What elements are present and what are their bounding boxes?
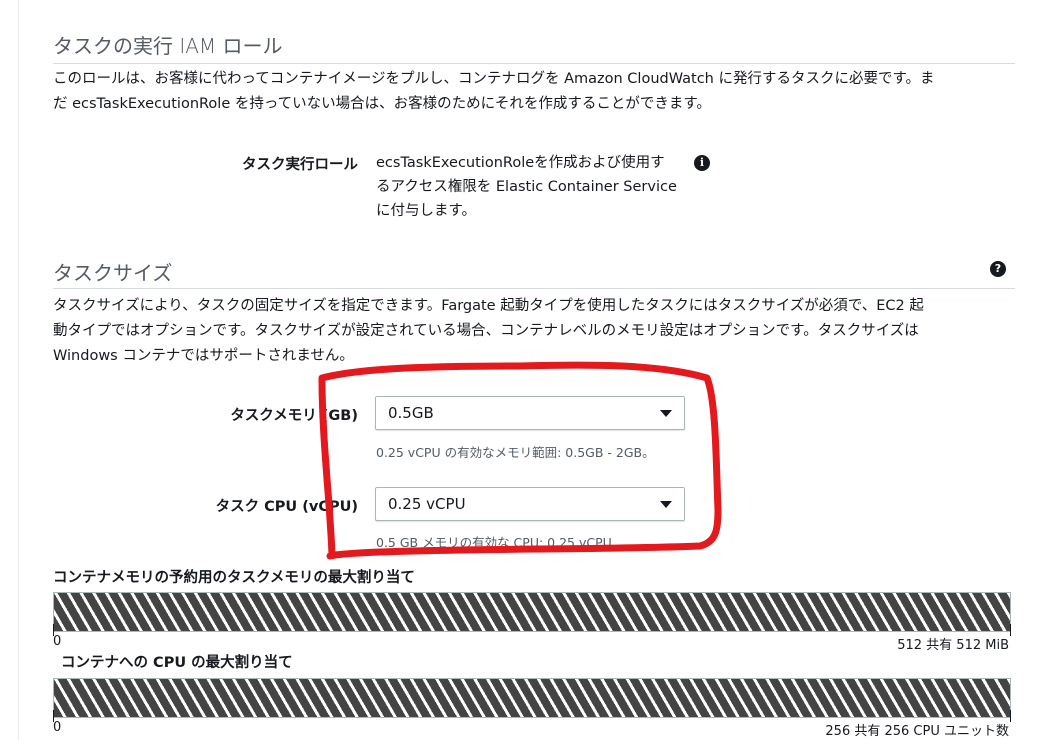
memory-allocation-title: コンテナメモリの予約用のタスクメモリの最大割り当て xyxy=(53,570,415,586)
cpu-allocation-bar xyxy=(53,678,1011,718)
description-line: Windows コンテナではサポートされません。 xyxy=(53,348,354,364)
task-memory-label: タスクメモリ (GB) xyxy=(230,408,358,424)
task-execution-role-label: タスク実行ロール xyxy=(242,157,358,173)
memory-allocation-min: 0 xyxy=(53,634,62,649)
help-icon[interactable]: ? xyxy=(990,261,1006,277)
memory-allocation-bar xyxy=(53,592,1011,632)
cpu-allocation-max: 256 共有 256 CPU ユニット数 xyxy=(825,724,1009,739)
task-cpu-value: 0.25 vCPU xyxy=(388,495,466,513)
section-title-iam-role: タスクの実行 IAM ロール xyxy=(53,34,283,58)
caret-down-icon xyxy=(660,410,672,417)
scale-tick xyxy=(1010,710,1011,722)
role-text-line: ecsTaskExecutionRoleを作成および使用す xyxy=(376,155,665,171)
task-size-description: タスクサイズにより、タスクの固定サイズを指定できます。Fargate 起動タイプ… xyxy=(53,294,1013,369)
description-line: 動タイプではオプションです。タスクサイズが設定されている場合、コンテナレベルのメ… xyxy=(53,323,919,339)
task-execution-role-text: ecsTaskExecutionRoleを作成および使用す るアクセス権限を E… xyxy=(376,151,696,223)
task-cpu-hint: 0.5 GB メモリの有効な CPU: 0.25 vCPU xyxy=(376,535,612,550)
caret-down-icon xyxy=(660,501,672,508)
task-memory-value: 0.5GB xyxy=(388,404,434,422)
section-divider xyxy=(53,63,1015,64)
cpu-allocation-title: コンテナへの CPU の最大割り当て xyxy=(61,655,293,671)
role-text-line: るアクセス権限を Elastic Container Service xyxy=(376,179,677,195)
left-panel-border xyxy=(18,0,19,740)
description-line: タスクサイズにより、タスクの固定サイズを指定できます。Fargate 起動タイプ… xyxy=(53,298,924,314)
section-divider xyxy=(53,288,1015,289)
memory-allocation-max: 512 共有 512 MiB xyxy=(897,638,1009,653)
scale-tick xyxy=(1010,624,1011,636)
task-cpu-label: タスク CPU (vCPU) xyxy=(215,499,358,515)
section-title-task-size: タスクサイズ xyxy=(53,261,173,285)
info-icon[interactable]: i xyxy=(694,155,710,171)
role-text-line: に付与します。 xyxy=(376,203,477,219)
task-cpu-select[interactable]: 0.25 vCPU xyxy=(375,487,685,521)
iam-role-description: このロールは、お客様に代わってコンテナイメージをプルし、コンテナログを Amaz… xyxy=(53,67,1013,117)
task-memory-select[interactable]: 0.5GB xyxy=(375,396,685,430)
description-line: このロールは、お客様に代わってコンテナイメージをプルし、コンテナログを Amaz… xyxy=(53,71,935,87)
description-line: だ ecsTaskExecutionRole を持っていない場合は、お客様のため… xyxy=(53,96,711,112)
task-memory-hint: 0.25 vCPU の有効なメモリ範囲: 0.5GB - 2GB。 xyxy=(376,445,655,460)
cpu-allocation-min: 0 xyxy=(53,720,62,735)
task-definition-page: タスクの実行 IAM ロール このロールは、お客様に代わってコンテナイメージをプ… xyxy=(0,0,1062,740)
